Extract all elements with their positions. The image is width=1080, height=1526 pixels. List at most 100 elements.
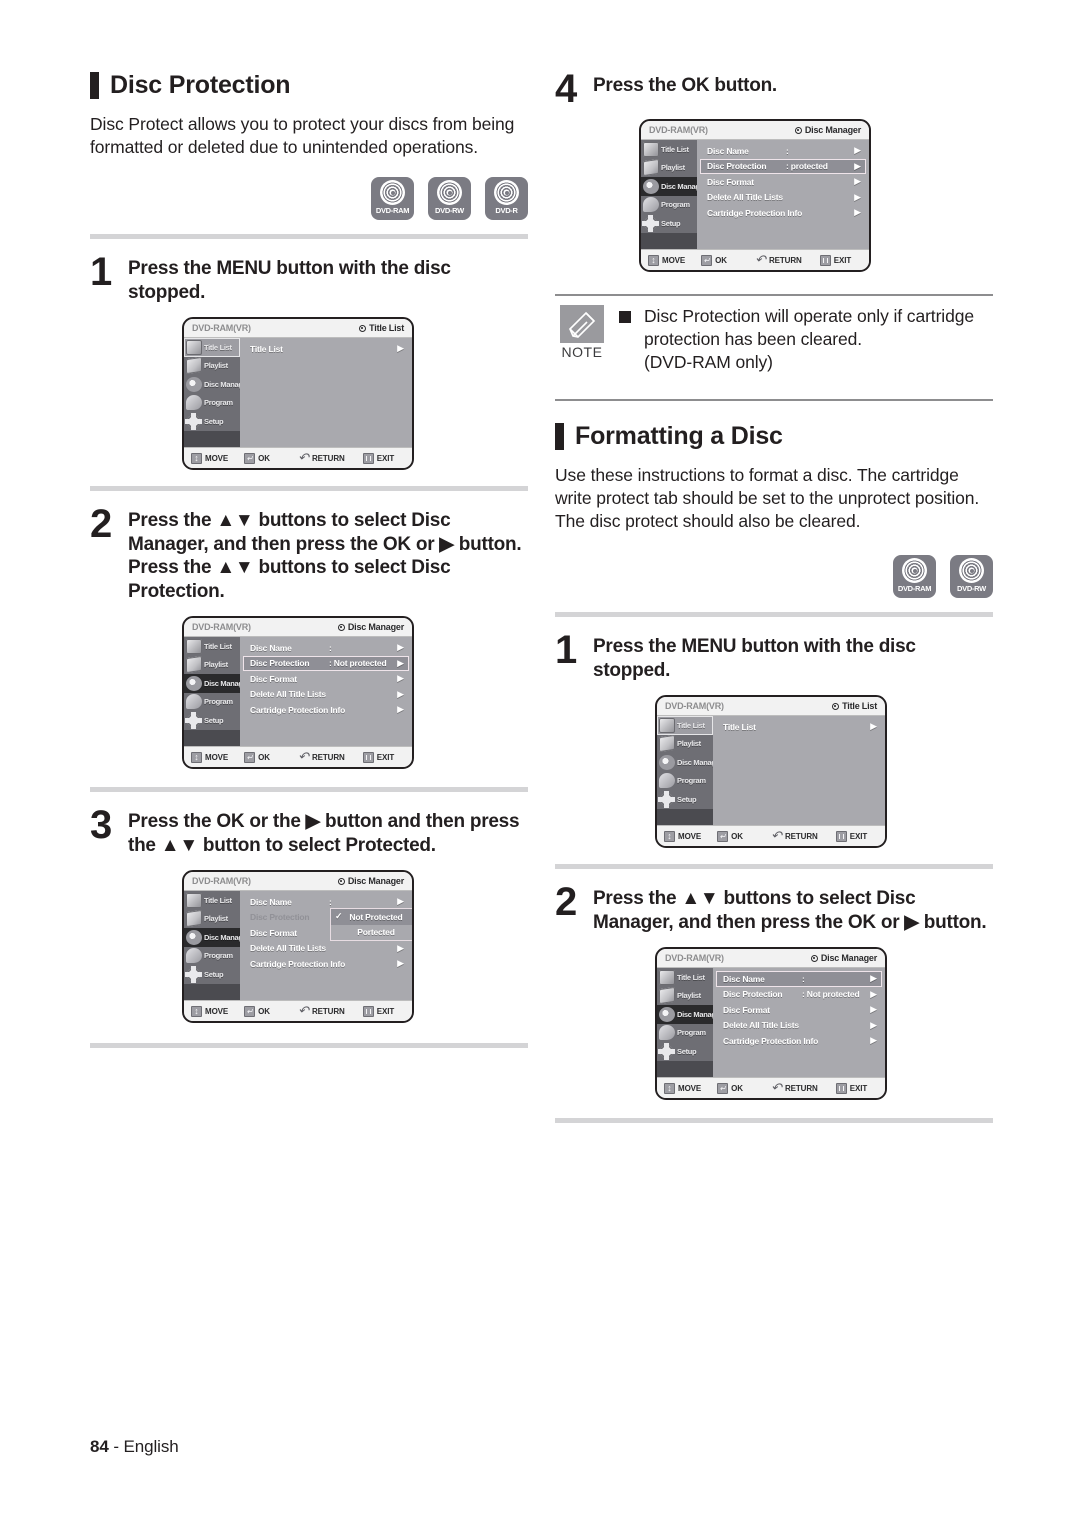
footer-exit[interactable]: EXIT (362, 1005, 394, 1017)
footer-ok[interactable]: OK (244, 1005, 270, 1018)
return-icon (771, 1080, 782, 1095)
footer-return[interactable]: RETURN (771, 1080, 818, 1095)
disc-protection-intro: Disc Protect allows you to protect your … (90, 114, 515, 157)
sidebar-item-program[interactable]: Program (641, 196, 697, 215)
sidebar-item-setup[interactable]: Setup (657, 790, 713, 809)
footer-return[interactable]: RETURN (771, 828, 818, 843)
sidebar-item-setup[interactable]: Setup (184, 412, 240, 431)
menu-row[interactable]: Cartridge Protection Info ▶ (243, 702, 409, 718)
footer-move[interactable]: MOVE (191, 452, 228, 465)
title-list-icon (186, 892, 202, 908)
menu-row-label: Cartridge Protection Info (707, 207, 803, 218)
osd-header: DVD-RAM(VR) Disc Manager (657, 949, 885, 968)
playlist-icon (186, 910, 202, 928)
menu-row[interactable]: Delete All Title Lists ▶ (700, 190, 866, 206)
sidebar-item-disc-manager[interactable]: Disc Manager (184, 928, 249, 947)
sidebar-item-disc-manager[interactable]: Disc Manager (184, 375, 249, 394)
sidebar-item-title-list[interactable]: Title List (184, 891, 240, 910)
sidebar-item-setup[interactable]: Setup (184, 965, 240, 984)
sidebar-item-program[interactable]: Program (184, 693, 240, 712)
sidebar-item-playlist[interactable]: Playlist (641, 159, 697, 178)
menu-row[interactable]: Cartridge Protection Info ▶ (716, 1033, 882, 1049)
sidebar-item-setup[interactable]: Setup (641, 214, 697, 233)
footer-move[interactable]: MOVE (191, 1005, 228, 1018)
sidebar-item-playlist[interactable]: Playlist (184, 910, 240, 929)
sidebar-item-setup[interactable]: Setup (184, 711, 240, 730)
menu-row[interactable]: Title List ▶ (716, 719, 882, 735)
footer-ok[interactable]: OK (717, 830, 743, 843)
footer-exit[interactable]: EXIT (362, 751, 394, 763)
footer-return[interactable]: RETURN (755, 252, 802, 267)
footer-ok[interactable]: OK (244, 452, 270, 465)
menu-row-selected[interactable]: Disc Protection : Not protected ▶ (243, 655, 409, 671)
sidebar-item-playlist[interactable]: Playlist (657, 987, 713, 1006)
menu-row[interactable]: Cartridge Protection Info ▶ (700, 205, 866, 221)
menu-row[interactable]: Disc Format ▶ (243, 671, 409, 687)
gear-icon (658, 1042, 675, 1060)
disc-protection-dropdown[interactable]: ✓ Not Protected Portected (330, 908, 412, 941)
footer-ok[interactable]: OK (717, 1082, 743, 1095)
move-icon (664, 1082, 675, 1095)
sidebar-item-title-list[interactable]: Title List (184, 338, 240, 357)
footer-return[interactable]: RETURN (298, 1003, 345, 1018)
dropdown-option-not-protected[interactable]: ✓ Not Protected (331, 909, 412, 925)
sidebar-item-playlist[interactable]: Playlist (184, 357, 240, 376)
footer-move[interactable]: MOVE (191, 751, 228, 764)
menu-row[interactable]: Delete All Title Lists ▶ (716, 1018, 882, 1034)
footer-label: RETURN (768, 255, 802, 265)
footer-exit[interactable]: EXIT (835, 830, 867, 842)
dropdown-option-protected[interactable]: Portected (331, 924, 412, 940)
footer-move[interactable]: MOVE (664, 1082, 701, 1095)
footer-ok[interactable]: OK (244, 751, 270, 764)
footer-exit[interactable]: EXIT (362, 452, 394, 464)
menu-row[interactable]: Title List ▶ (243, 341, 409, 357)
footer-move[interactable]: MOVE (664, 830, 701, 843)
footer-exit[interactable]: EXIT (819, 254, 851, 266)
sidebar-filler (184, 430, 240, 447)
osd-body: Title List Playlist Disc Manager Program… (657, 716, 885, 825)
sidebar-item-disc-manager[interactable]: Disc Manager (657, 1005, 722, 1024)
divider (555, 612, 993, 617)
sidebar-item-title-list[interactable]: Title List (657, 716, 713, 735)
menu-row[interactable]: Cartridge Protection Info ▶ (243, 956, 409, 972)
footer-ok[interactable]: OK (701, 254, 727, 267)
sidebar-item-setup[interactable]: Setup (657, 1042, 713, 1061)
disc-glyph-icon (380, 180, 405, 205)
footer-return[interactable]: RETURN (298, 749, 345, 764)
osd-footer: MOVE OK RETURN EXIT (641, 249, 869, 270)
sidebar-item-disc-manager[interactable]: Disc Manager (657, 753, 722, 772)
program-icon (186, 694, 202, 710)
osd-body: Title List Playlist Disc Manager Program… (641, 140, 869, 249)
menu-row[interactable]: Disc Protection : Not protected ▶ (716, 987, 882, 1003)
sidebar-item-title-list[interactable]: Title List (184, 637, 240, 656)
menu-row[interactable]: Disc Format ▶ (700, 174, 866, 190)
menu-row[interactable]: Delete All Title Lists ▶ (243, 687, 409, 703)
footer-return[interactable]: RETURN (298, 450, 345, 465)
menu-row[interactable]: Delete All Title Lists ▶ (243, 941, 409, 957)
sidebar-item-disc-manager[interactable]: Disc Manager (641, 177, 706, 196)
osd-header: DVD-RAM(VR) Disc Manager (184, 618, 412, 637)
menu-row[interactable]: Disc Format ▶ (716, 1002, 882, 1018)
sidebar-item-program[interactable]: Program (657, 1024, 713, 1043)
target-dot-icon (337, 877, 345, 885)
exit-icon (362, 751, 374, 763)
sidebar-item-playlist[interactable]: Playlist (184, 656, 240, 675)
menu-row-label: Disc Name (250, 642, 292, 653)
menu-row-selected[interactable]: Disc Name : ▶ (716, 971, 882, 987)
exit-icon (835, 1082, 847, 1094)
sidebar-item-program[interactable]: Program (184, 394, 240, 413)
chevron-right-icon: ▶ (854, 145, 861, 156)
footer-exit[interactable]: EXIT (835, 1082, 867, 1094)
sidebar-item-disc-manager[interactable]: Disc Manager (184, 674, 249, 693)
sidebar-item-title-list[interactable]: Title List (657, 968, 713, 987)
sidebar-item-playlist[interactable]: Playlist (657, 735, 713, 754)
menu-row-selected[interactable]: Disc Protection : protected ▶ (700, 158, 866, 174)
sidebar-item-program[interactable]: Program (184, 947, 240, 966)
format-step-1: 1 Press the MENU button with the disc st… (555, 630, 993, 682)
menu-row[interactable]: Disc Name : ▶ (243, 640, 409, 656)
footer-move[interactable]: MOVE (648, 254, 685, 267)
sidebar-item-program[interactable]: Program (657, 772, 713, 791)
menu-row[interactable]: Disc Name : ▶ (700, 143, 866, 159)
sidebar-item-title-list[interactable]: Title List (641, 140, 697, 159)
dvd-ram-icon: DVD-RAM (371, 177, 414, 220)
